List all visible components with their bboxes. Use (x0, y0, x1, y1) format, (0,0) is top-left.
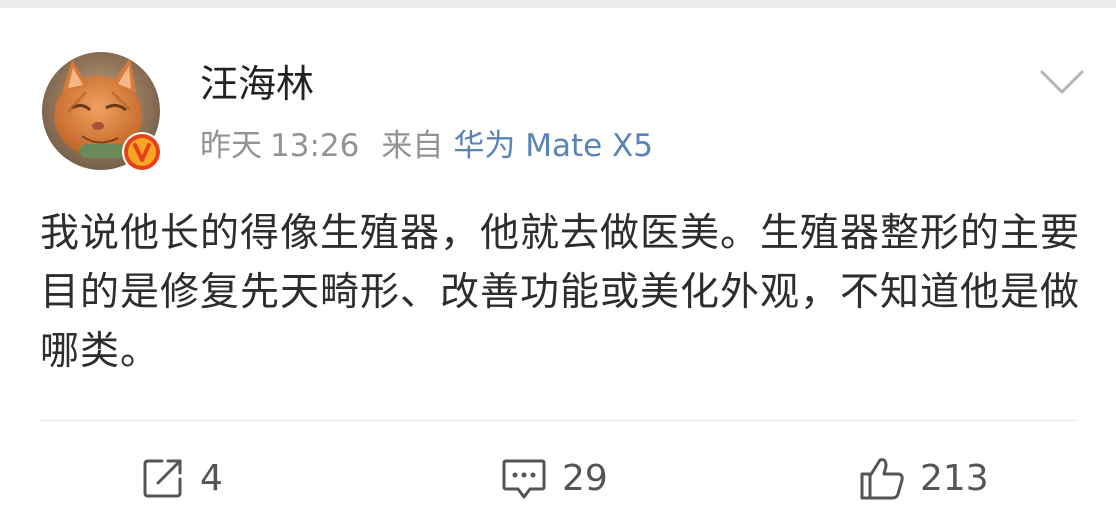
thumbs-up-icon (860, 458, 904, 500)
author-name[interactable]: 汪海林 (200, 60, 314, 108)
verified-badge (122, 132, 162, 172)
divider (40, 420, 1076, 421)
repost-button[interactable]: 4 (140, 452, 223, 504)
like-button[interactable]: 213 (858, 452, 989, 504)
device-link[interactable]: 华为 Mate X5 (453, 126, 653, 166)
post-meta: 昨天 13:26 来自 华为 Mate X5 (200, 126, 653, 166)
repost-icon (143, 459, 182, 498)
comment-button[interactable]: 29 (500, 452, 608, 504)
like-count: 213 (920, 457, 989, 499)
post-time: 13:26 (270, 128, 360, 164)
comment-count: 29 (562, 457, 608, 499)
post-day: 昨天 (200, 128, 262, 164)
comment-icon (502, 459, 546, 499)
chevron-down-icon[interactable] (1036, 64, 1088, 100)
repost-count: 4 (200, 457, 223, 499)
source-label: 来自 (381, 128, 444, 164)
post-content: 我说他长的得像生殖器，他就去做医美。生殖器整形的主要目的是修复先天畸形、改善功能… (40, 211, 1081, 374)
top-strip (0, 0, 1116, 8)
